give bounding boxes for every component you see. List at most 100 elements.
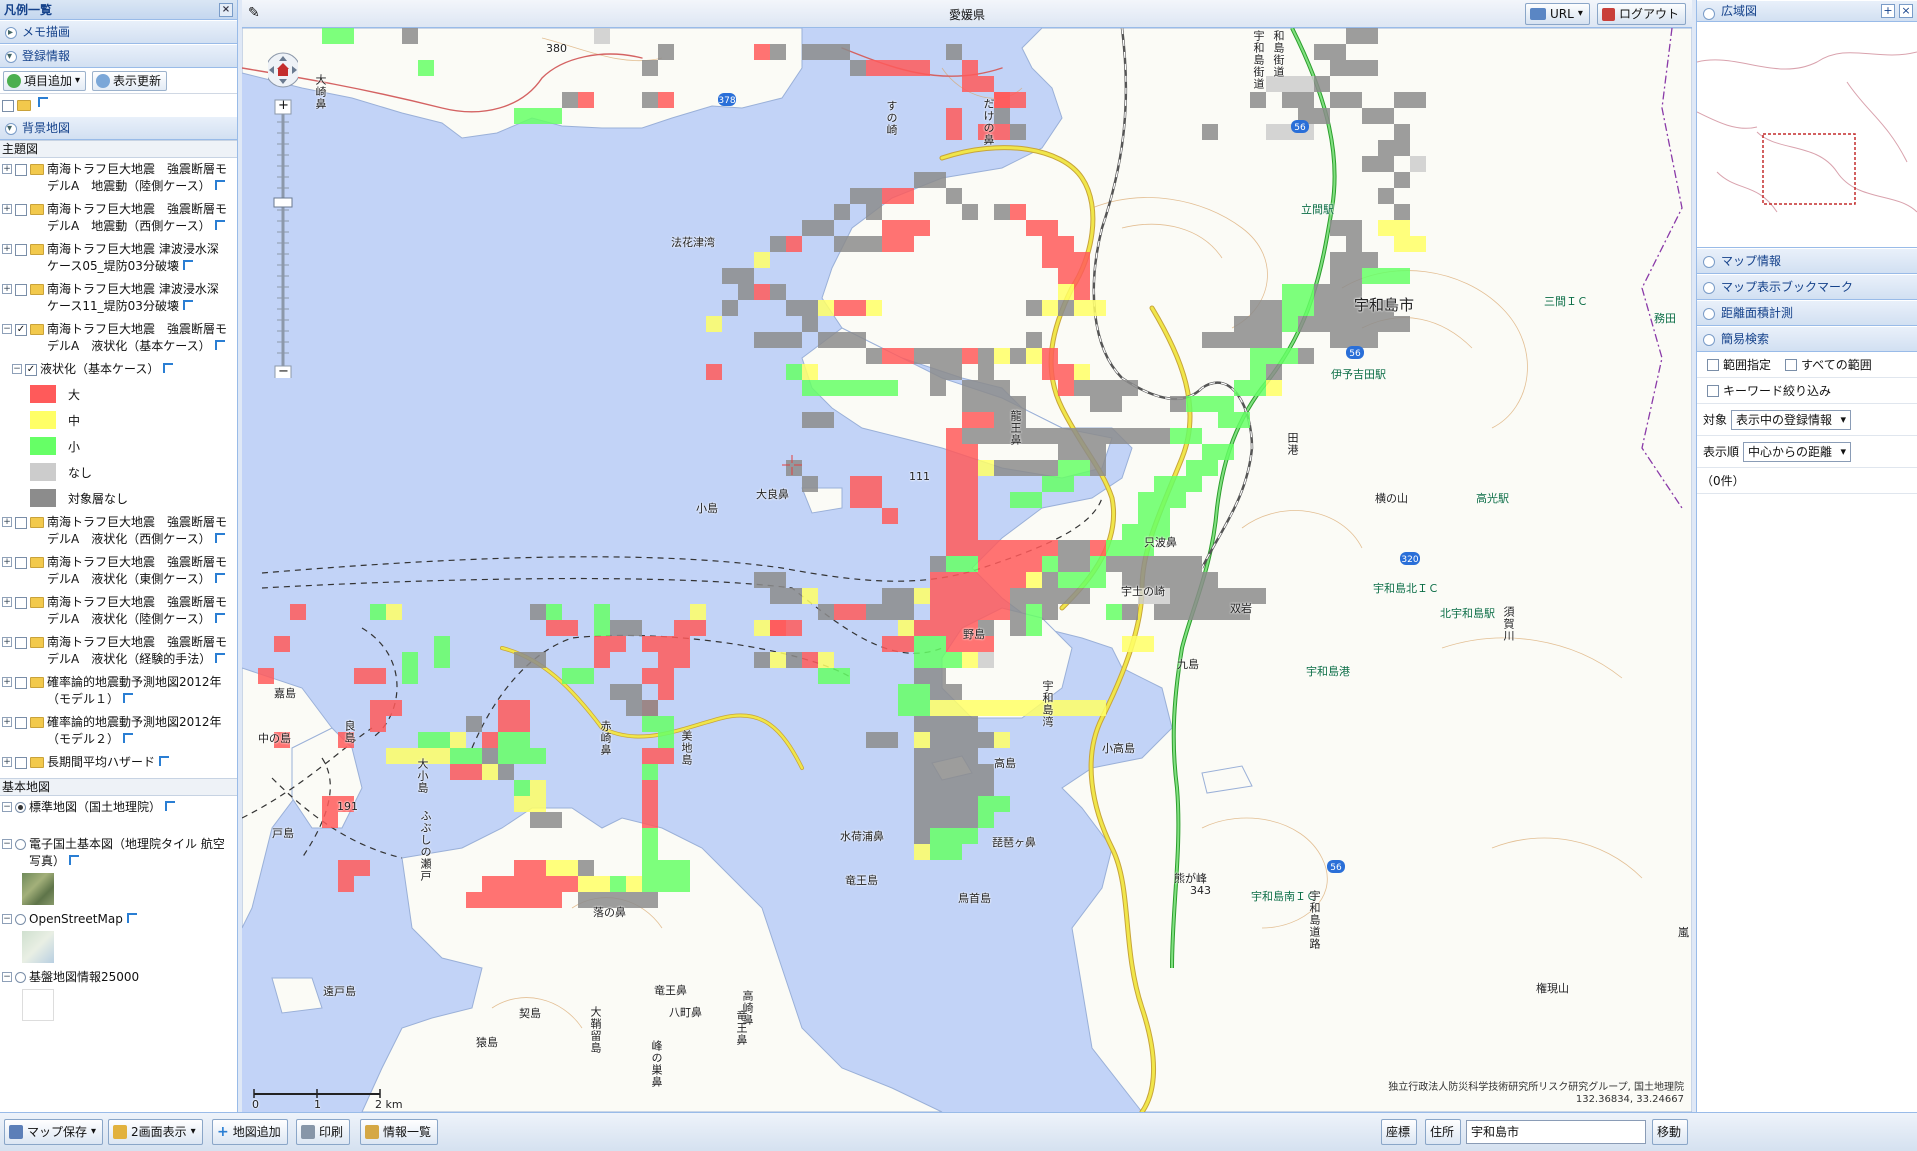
all-range-checkbox[interactable]	[1785, 358, 1798, 371]
link-icon[interactable]	[182, 260, 193, 270]
base-map-osm[interactable]: − OpenStreetMap	[0, 908, 237, 931]
link-icon[interactable]	[214, 180, 225, 190]
map-canvas[interactable]: 378 56 320 56 56	[242, 28, 1692, 1112]
print-button[interactable]: 印刷	[296, 1119, 351, 1145]
expand-icon[interactable]: +	[2, 597, 12, 607]
link-icon[interactable]	[165, 801, 176, 811]
base-map-gsi-standard[interactable]: − 標準地図（国土地理院）	[0, 796, 237, 819]
expand-icon[interactable]: +	[2, 164, 12, 174]
link-icon[interactable]	[182, 300, 193, 310]
address-input[interactable]: 宇和島市	[1466, 1120, 1646, 1144]
base-map-aerial[interactable]: − 電子国土基本図（地理院タイル 航空写真）	[0, 833, 237, 873]
theme-layer[interactable]: + 南海トラフ巨大地震 強震断層モ デルA 液状化（西側ケース）	[0, 511, 237, 551]
theme-layer[interactable]: + 確率論的地震動予測地図2012年 （モデル１）	[0, 671, 237, 711]
info-list-button[interactable]: 情報一覧	[360, 1119, 439, 1145]
expand-icon[interactable]: +	[2, 557, 12, 567]
expand-icon[interactable]: +	[2, 757, 12, 767]
link-icon[interactable]	[214, 573, 225, 583]
add-item-button[interactable]: 項目追加 ▾	[3, 71, 87, 91]
url-button[interactable]: URL ▾	[1525, 3, 1590, 25]
layer-checkbox[interactable]	[15, 597, 27, 609]
layer-checkbox[interactable]	[15, 557, 27, 569]
sublayer-liquefaction[interactable]: − ✓ 液状化（基本ケース）	[0, 358, 237, 381]
layer-checkbox[interactable]	[15, 717, 27, 729]
link-icon[interactable]	[214, 220, 225, 230]
expand-icon[interactable]: −	[2, 914, 12, 924]
layer-checkbox[interactable]	[15, 284, 27, 296]
link-icon[interactable]	[214, 340, 225, 350]
base-map-radio[interactable]	[15, 839, 26, 850]
section-overview-map[interactable]: 広域図 + ×	[1697, 0, 1917, 22]
target-select[interactable]: 表示中の登録情報	[1731, 409, 1852, 430]
map-view[interactable]: ✎ 愛媛県 URL ▾ ログアウト 378 56 320 56 56 宇和島市 …	[242, 0, 1692, 1112]
link-icon[interactable]	[163, 363, 174, 373]
expand-icon[interactable]: −	[2, 839, 12, 849]
add-map-button[interactable]: + 地図追加	[212, 1119, 288, 1145]
theme-layer[interactable]: + 南海トラフ巨大地震 強震断層モ デルA 地震動（西側ケース）	[0, 198, 237, 238]
expand-icon[interactable]: +	[1881, 4, 1895, 18]
pan-control[interactable]	[265, 52, 301, 88]
overview-map[interactable]	[1697, 22, 1917, 248]
link-icon[interactable]	[38, 97, 48, 107]
section-measure[interactable]: 距離面積計測	[1697, 300, 1917, 326]
theme-layer[interactable]: + 南海トラフ巨大地震 強震断層モ デルA 地震動（陸側ケース）	[0, 158, 237, 198]
theme-layer-liquefaction-base[interactable]: − ✓ 南海トラフ巨大地震 強震断層モ デルA 液状化（基本ケース）	[0, 318, 237, 358]
expand-icon[interactable]: +	[2, 517, 12, 527]
theme-layer[interactable]: + 長期間平均ハザード	[0, 751, 237, 774]
zoom-out-label[interactable]: −	[278, 365, 289, 379]
zoom-in-label[interactable]: +	[278, 99, 289, 113]
link-icon[interactable]	[215, 653, 226, 663]
theme-layer[interactable]: + 南海トラフ巨大地震 津波浸水深 ケース11_堤防03分破壊	[0, 278, 237, 318]
close-icon[interactable]: ×	[1899, 4, 1913, 18]
layer-checkbox[interactable]	[15, 244, 27, 256]
expand-icon[interactable]: −	[2, 802, 12, 812]
layer-checkbox[interactable]	[15, 204, 27, 216]
zoom-slider-handle[interactable]	[273, 197, 293, 208]
theme-layer[interactable]: + 南海トラフ巨大地震 津波浸水深 ケース05_堤防03分破壊	[0, 238, 237, 278]
expand-icon[interactable]: +	[2, 244, 12, 254]
section-simple-search[interactable]: 簡易検索	[1697, 326, 1917, 352]
expand-icon[interactable]: +	[2, 284, 12, 294]
layer-checkbox[interactable]	[15, 757, 27, 769]
section-background[interactable]: 背景地図	[0, 116, 237, 140]
link-icon[interactable]	[126, 913, 137, 923]
theme-layer[interactable]: + 南海トラフ巨大地震 強震断層モ デルA 液状化（経験的手法）	[0, 631, 237, 671]
theme-layer[interactable]: + 南海トラフ巨大地震 強震断層モ デルA 液状化（東側ケース）	[0, 551, 237, 591]
section-map-info[interactable]: マップ情報	[1697, 248, 1917, 274]
close-icon[interactable]: ×	[219, 3, 233, 17]
section-memo[interactable]: メモ描画	[0, 20, 237, 44]
keyword-checkbox[interactable]	[1707, 384, 1719, 397]
collapse-icon[interactable]: −	[2, 324, 12, 334]
overview-extent-box[interactable]	[1762, 133, 1856, 205]
link-icon[interactable]	[123, 733, 134, 743]
address-button[interactable]: 住所	[1425, 1119, 1462, 1145]
expand-icon[interactable]: −	[2, 972, 12, 982]
section-bookmarks[interactable]: マップ表示ブックマーク	[1697, 274, 1917, 300]
base-map-radio[interactable]	[15, 802, 26, 813]
two-screen-button[interactable]: 2画面表示 ▾	[108, 1119, 203, 1145]
registered-checkbox[interactable]	[2, 100, 14, 112]
base-map-kiban25000[interactable]: − 基盤地図情報25000	[0, 966, 237, 989]
collapse-icon[interactable]: −	[12, 364, 22, 374]
logout-button[interactable]: ログアウト	[1597, 3, 1687, 25]
link-icon[interactable]	[69, 855, 80, 865]
expand-icon[interactable]: +	[2, 717, 12, 727]
expand-icon[interactable]: +	[2, 677, 12, 687]
sublayer-checkbox[interactable]: ✓	[25, 364, 37, 376]
layer-checkbox[interactable]	[15, 517, 27, 529]
layer-checkbox[interactable]	[15, 164, 27, 176]
layer-checkbox[interactable]	[15, 677, 27, 689]
refresh-button[interactable]: 表示更新	[92, 71, 168, 91]
theme-layer[interactable]: + 確率論的地震動予測地図2012年 （モデル２）	[0, 711, 237, 751]
expand-icon[interactable]: +	[2, 637, 12, 647]
save-map-button[interactable]: マップ保存 ▾	[4, 1119, 104, 1145]
base-map-radio[interactable]	[15, 914, 26, 925]
move-button[interactable]: 移動	[1652, 1119, 1689, 1145]
link-icon[interactable]	[123, 693, 134, 703]
layer-checkbox[interactable]: ✓	[15, 324, 27, 336]
link-icon[interactable]	[214, 613, 225, 623]
layer-checkbox[interactable]	[15, 637, 27, 649]
theme-layer[interactable]: + 南海トラフ巨大地震 強震断層モ デルA 液状化（陸側ケース）	[0, 591, 237, 631]
range-checkbox[interactable]	[1707, 358, 1719, 371]
base-map-radio[interactable]	[15, 972, 26, 983]
